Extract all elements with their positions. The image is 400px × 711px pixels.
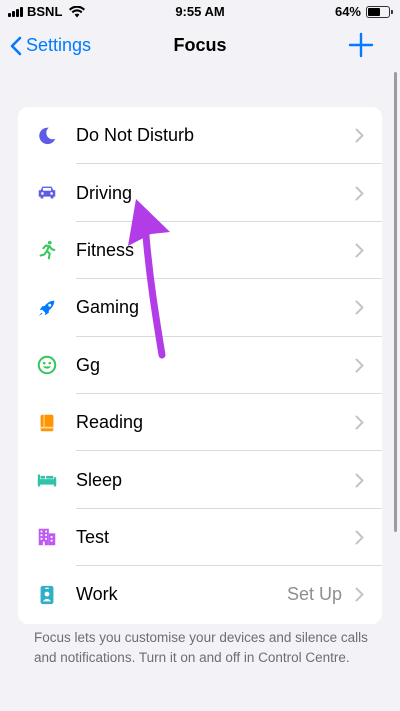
row-body: Gaming xyxy=(76,279,382,337)
row-icon-wrap xyxy=(18,125,76,147)
focus-row-label: Reading xyxy=(76,412,144,433)
smiley-icon xyxy=(37,355,57,375)
focus-row-label: Gaming xyxy=(76,297,140,318)
row-icon-wrap xyxy=(18,239,76,261)
car-icon xyxy=(38,186,56,199)
chevron-right-icon xyxy=(350,587,368,602)
focus-row-driving[interactable]: Driving xyxy=(18,164,382,223)
rocket-icon xyxy=(38,300,55,317)
chevron-right-icon xyxy=(350,128,368,143)
row-icon-wrap xyxy=(18,182,76,204)
chevron-right-icon xyxy=(350,530,368,545)
focus-row-label: Test xyxy=(76,526,110,547)
status-right: 64% xyxy=(334,4,393,19)
battery-fill xyxy=(368,7,380,16)
chevron-right-icon xyxy=(350,300,368,315)
row-icon-wrap xyxy=(18,354,76,376)
focus-row-sleep[interactable]: Sleep xyxy=(18,451,382,510)
row-body: Work Set Up xyxy=(76,566,382,623)
status-bar: BSNL 9:55 AM 64% xyxy=(0,0,400,24)
row-icon-wrap xyxy=(18,412,76,434)
row-body: Gg xyxy=(76,337,382,395)
chevron-right-icon xyxy=(350,473,368,488)
focus-row-label: Work xyxy=(76,584,118,605)
row-body: Do Not Disturb xyxy=(76,107,382,165)
focus-row-do-not-disturb[interactable]: Do Not Disturb xyxy=(18,107,382,165)
plus-icon[interactable] xyxy=(348,32,374,58)
focus-row-label: Fitness xyxy=(76,239,135,260)
chevron-right-icon xyxy=(350,358,368,373)
runner-icon xyxy=(39,241,56,260)
id-badge-icon xyxy=(40,585,54,604)
footer-description: Focus lets you customise your devices an… xyxy=(34,630,368,665)
bed-icon xyxy=(37,474,57,487)
focus-row-label: Gg xyxy=(76,354,101,375)
chevron-right-icon xyxy=(350,415,368,430)
chevron-right-icon xyxy=(350,186,368,201)
battery-icon xyxy=(366,5,393,18)
focus-row-gaming[interactable]: Gaming xyxy=(18,279,382,337)
focus-row-fitness[interactable]: Fitness xyxy=(18,222,382,280)
moon-icon xyxy=(39,127,56,144)
book-icon xyxy=(40,414,54,431)
row-body: Fitness xyxy=(76,222,382,280)
focus-row-work[interactable]: Work Set Up xyxy=(18,566,382,623)
focus-row-label: Do Not Disturb xyxy=(76,125,195,146)
battery-percent: 64% xyxy=(334,4,361,19)
focus-row-reading[interactable]: Reading xyxy=(18,394,382,452)
row-icon-wrap xyxy=(18,469,76,491)
chevron-right-icon xyxy=(350,243,368,258)
building-icon xyxy=(38,529,56,546)
scrollbar[interactable] xyxy=(394,72,397,532)
focus-row-label: Driving xyxy=(76,182,133,203)
focus-row-gg[interactable]: Gg xyxy=(18,337,382,395)
focus-row-value: Set Up xyxy=(286,584,342,605)
focus-row-test[interactable]: Test xyxy=(18,509,382,567)
row-icon-wrap xyxy=(18,526,76,548)
row-body: Driving xyxy=(76,164,382,223)
row-body: Sleep xyxy=(76,451,382,510)
navigation-bar: Settings Focus xyxy=(0,26,400,66)
row-body: Test xyxy=(76,509,382,567)
row-body: Reading xyxy=(76,394,382,452)
focus-row-label: Sleep xyxy=(76,469,123,490)
focus-list: Do Not Disturb Driving Fitness Gaming Gg… xyxy=(18,107,382,624)
row-icon-wrap xyxy=(18,297,76,319)
page-title: Focus xyxy=(173,35,227,55)
row-icon-wrap xyxy=(18,584,76,606)
